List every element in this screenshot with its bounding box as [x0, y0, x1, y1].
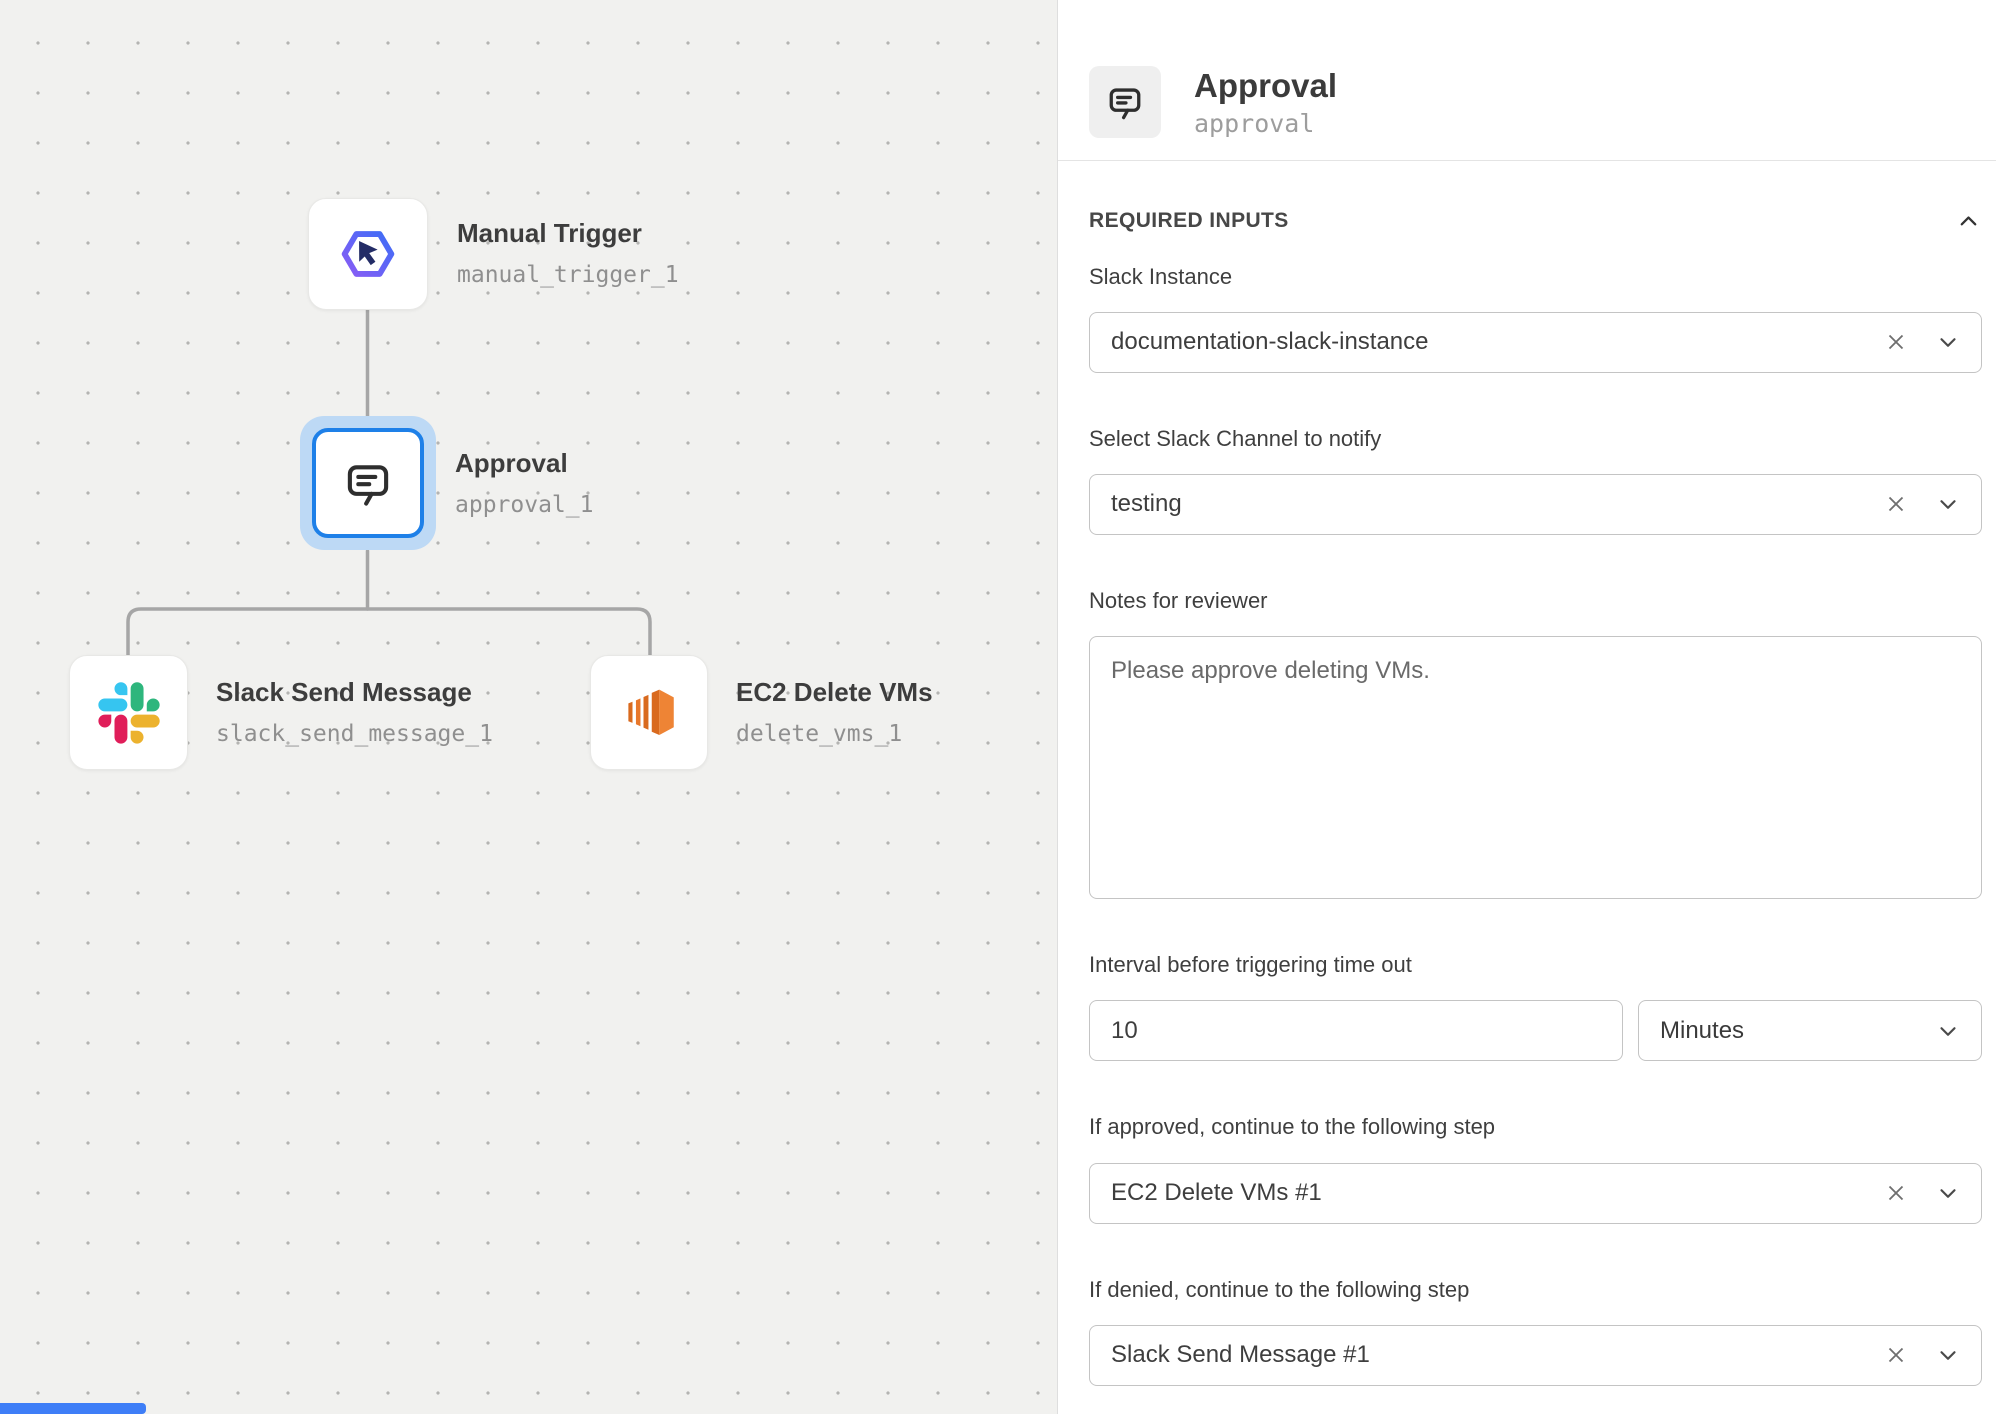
node-manual-trigger[interactable]	[308, 198, 428, 310]
node-approval-selection-ring	[300, 416, 436, 550]
clear-x-icon	[1883, 491, 1909, 517]
field-label: Slack Instance	[1089, 265, 1982, 289]
interval-unit-select[interactable]: Minutes	[1638, 1000, 1982, 1061]
section-title: REQUIRED INPUTS	[1089, 209, 1289, 233]
field-label: If approved, continue to the following s…	[1089, 1115, 1982, 1139]
panel-header-texts: Approval approval	[1194, 69, 1337, 136]
node-title: Manual Trigger	[457, 218, 679, 249]
clear-button[interactable]	[1883, 1342, 1909, 1368]
node-id: slack_send_message_1	[216, 721, 493, 747]
node-slack-send-message[interactable]	[69, 655, 188, 770]
chevron-down-icon	[1935, 1180, 1961, 1206]
panel-header: Approval approval	[1058, 0, 1996, 160]
chevron-down-icon	[1935, 1018, 1961, 1044]
step-config-panel: Approval approval REQUIRED INPUTS Slack …	[1057, 0, 1996, 1414]
clear-button[interactable]	[1883, 1180, 1909, 1206]
node-id: manual_trigger_1	[457, 262, 679, 288]
interval-value-control[interactable]	[1089, 1000, 1623, 1061]
interval-row: Minutes	[1089, 1000, 1982, 1061]
panel-subtitle: approval	[1194, 111, 1337, 136]
field-label: Notes for reviewer	[1089, 589, 1982, 613]
node-title: Slack Send Message	[216, 677, 493, 708]
dropdown-button[interactable]	[1935, 1180, 1961, 1206]
node-title: Approval	[455, 448, 593, 479]
chevron-up-icon	[1955, 208, 1982, 235]
field-slack-instance: Slack Instance	[1089, 265, 1982, 373]
slack-channel-input[interactable]	[1090, 490, 1857, 518]
node-id: delete_vms_1	[736, 721, 933, 747]
manual-trigger-hexagon-cursor-icon	[335, 221, 401, 287]
panel-title: Approval	[1194, 69, 1337, 102]
clear-x-icon	[1883, 329, 1909, 355]
field-label: If denied, continue to the following ste…	[1089, 1278, 1982, 1302]
field-notes-for-reviewer: Notes for reviewer Please approve deleti…	[1089, 589, 1982, 899]
if-approved-combobox[interactable]	[1089, 1163, 1982, 1224]
if-denied-input[interactable]	[1090, 1341, 1857, 1369]
node-title: EC2 Delete VMs	[736, 677, 933, 708]
slack-instance-combobox[interactable]	[1089, 312, 1982, 373]
node-label-ec2-delete-vms: EC2 Delete VMs delete_vms_1	[736, 655, 933, 768]
workflow-builder-app: Manual Trigger manual_trigger_1 Approval…	[0, 0, 1996, 1414]
panel-body: REQUIRED INPUTS Slack Instance	[1058, 161, 1996, 1414]
clear-button[interactable]	[1883, 491, 1909, 517]
field-interval: Interval before triggering time out Minu…	[1089, 953, 1982, 1061]
collapse-section-button[interactable]	[1955, 208, 1982, 235]
node-label-slack-send-message: Slack Send Message slack_send_message_1	[216, 655, 493, 768]
panel-header-icon-tile	[1089, 66, 1161, 138]
if-approved-input[interactable]	[1090, 1179, 1857, 1207]
field-label: Interval before triggering time out	[1089, 953, 1982, 977]
node-label-manual-trigger: Manual Trigger manual_trigger_1	[457, 198, 679, 308]
field-if-denied: If denied, continue to the following ste…	[1089, 1278, 1982, 1386]
field-label: Select Slack Channel to notify	[1089, 427, 1982, 451]
node-approval[interactable]	[312, 428, 424, 538]
canvas-horizontal-scrollbar[interactable]	[0, 1403, 146, 1414]
if-denied-combobox[interactable]	[1089, 1325, 1982, 1386]
dropdown-button[interactable]	[1935, 1342, 1961, 1368]
dropdown-button[interactable]	[1935, 329, 1961, 355]
slack-logo-icon	[98, 682, 160, 744]
slack-channel-combobox[interactable]	[1089, 474, 1982, 535]
chevron-down-icon	[1935, 1342, 1961, 1368]
interval-value-input[interactable]	[1090, 1017, 1602, 1045]
clear-button[interactable]	[1883, 329, 1909, 355]
notes-for-reviewer-textarea[interactable]: Please approve deleting VMs.	[1089, 636, 1982, 899]
dropdown-button[interactable]	[1935, 491, 1961, 517]
chevron-down-icon	[1935, 329, 1961, 355]
node-label-approval: Approval approval_1	[455, 416, 593, 550]
node-id: approval_1	[455, 492, 593, 518]
slack-instance-input[interactable]	[1090, 328, 1857, 356]
required-inputs-section-header[interactable]: REQUIRED INPUTS	[1089, 208, 1982, 235]
clear-x-icon	[1883, 1342, 1909, 1368]
interval-unit-value: Minutes	[1639, 1017, 1744, 1045]
clear-x-icon	[1883, 1180, 1909, 1206]
chevron-down-icon	[1935, 491, 1961, 517]
field-if-approved: If approved, continue to the following s…	[1089, 1115, 1982, 1223]
field-slack-channel: Select Slack Channel to notify	[1089, 427, 1982, 535]
aws-ec2-icon	[616, 680, 682, 746]
approval-comment-icon	[339, 454, 397, 512]
approval-comment-icon	[1103, 80, 1147, 124]
node-ec2-delete-vms[interactable]	[590, 655, 708, 770]
workflow-canvas[interactable]: Manual Trigger manual_trigger_1 Approval…	[0, 0, 1057, 1414]
